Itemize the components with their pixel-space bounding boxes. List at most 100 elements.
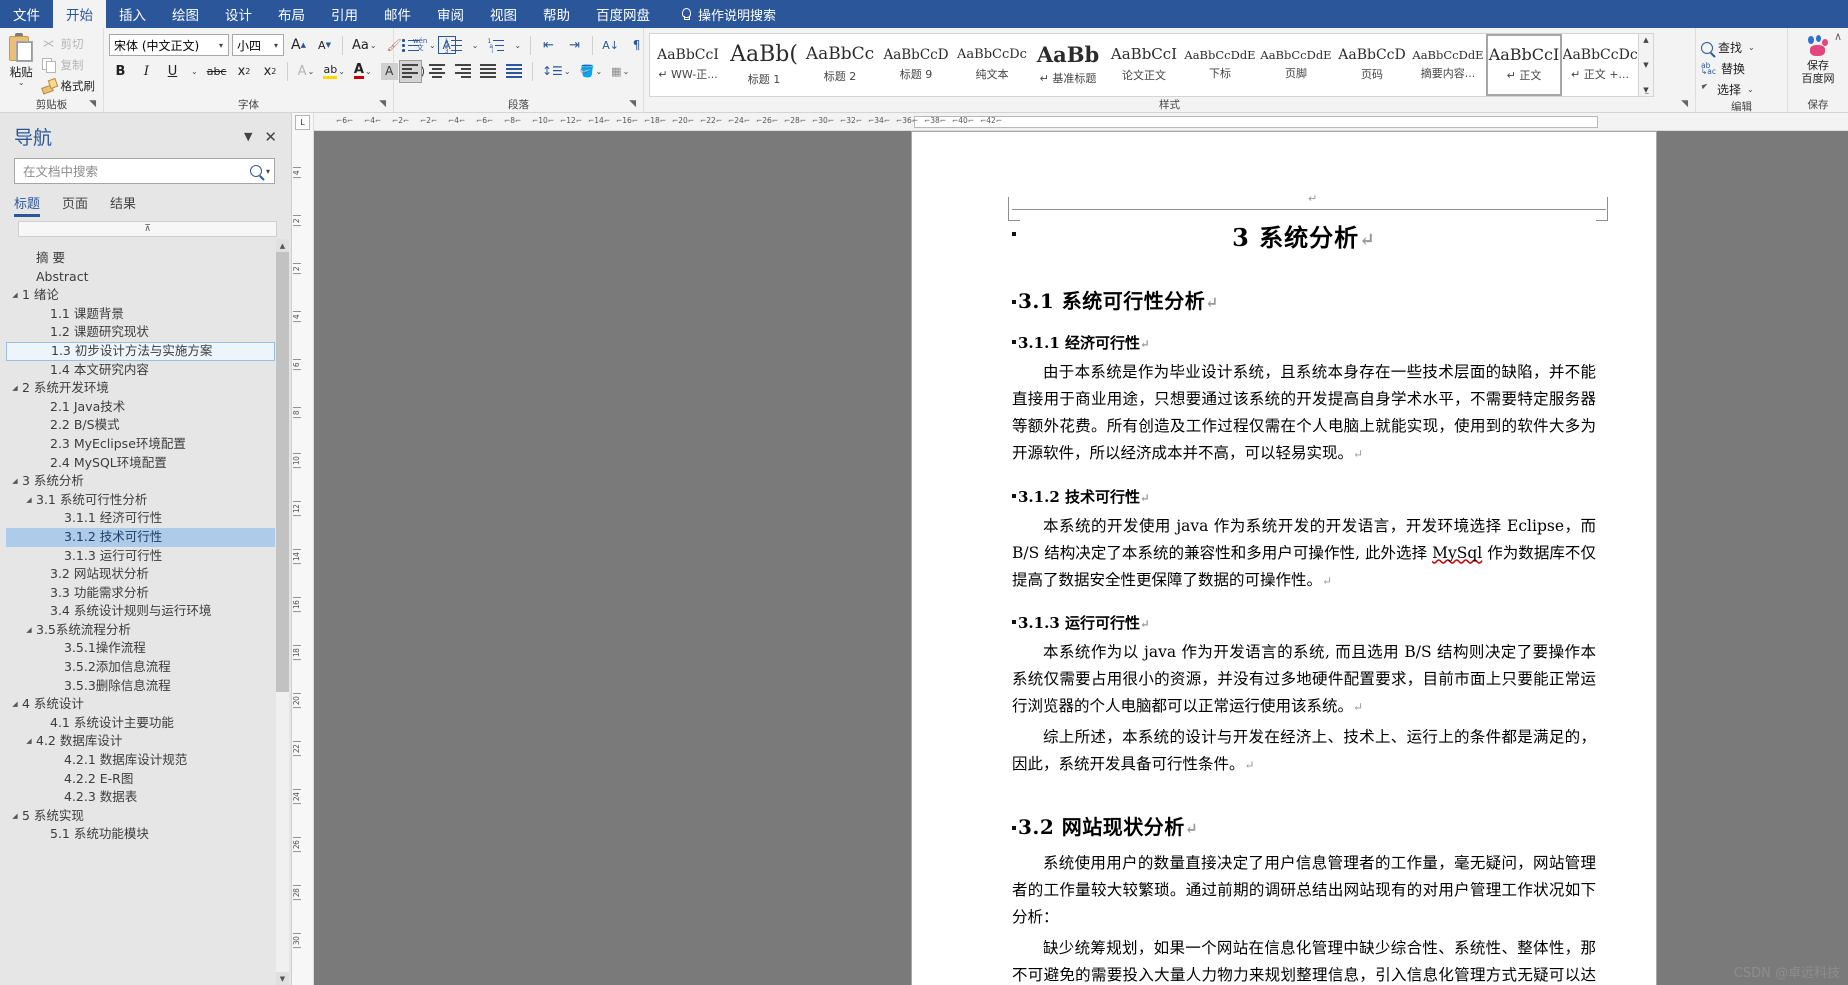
styles-gallery-scrollbar[interactable]: ▲ ▼ ▼̲ xyxy=(1639,33,1654,97)
multilevel-dropdown[interactable]: ⌄ xyxy=(510,34,524,57)
nav-tree-item-26[interactable]: ◢ 4.2 数据库设计 xyxy=(6,732,275,751)
nav-tree-item-2[interactable]: ◢ 1 绪论 xyxy=(6,286,275,305)
chevron-down-icon[interactable]: ⌄ xyxy=(18,79,25,87)
menu-item-0[interactable]: 文件 xyxy=(0,0,53,28)
nav-tree-item-31[interactable]: 5.1 系统功能模块 xyxy=(6,825,275,844)
style-item-5[interactable]: AaBb ↵ 基准标题 xyxy=(1030,34,1106,96)
nav-tree-item-27[interactable]: 4.2.1 数据库设计规范 xyxy=(6,751,275,770)
scroll-up-icon[interactable]: ▲ xyxy=(276,239,289,252)
italic-button[interactable]: I xyxy=(135,60,158,83)
navigation-options-icon[interactable]: ▼ xyxy=(238,128,258,145)
menu-item-3[interactable]: 绘图 xyxy=(159,0,212,28)
horizontal-ruler[interactable]: ⌐6⌐ ⌐4⌐ ⌐2⌐ ⌐2⌐ ⌐4⌐ ⌐6⌐ ⌐8⌐ ⌐10⌐ ⌐12⌐ ⌐14⌐ ⌐16⌐ ⌐18… xyxy=(314,113,1848,131)
tell-me-search[interactable]: 操作说明搜索 xyxy=(663,0,776,28)
text-highlight-button[interactable]: ab ⌄ xyxy=(320,60,347,83)
expand-collapse-icon[interactable]: ◢ xyxy=(8,286,22,305)
menu-item-1[interactable]: 开始 xyxy=(53,0,106,28)
menu-item-7[interactable]: 邮件 xyxy=(371,0,424,28)
nav-tree-item-8[interactable]: 2.1 Java技术 xyxy=(6,398,275,417)
expand-collapse-icon[interactable]: ◢ xyxy=(8,807,22,826)
shading-button[interactable]: 🪣 ⌄ xyxy=(577,60,606,83)
sort-button[interactable]: A↓ xyxy=(599,34,622,57)
doc-block-h2-9[interactable]: 3.2 网站现状分析↵ xyxy=(912,811,1656,840)
collapse-all-button[interactable]: ⊼ xyxy=(18,221,277,237)
nav-tree-item-24[interactable]: ◢ 4 系统设计 xyxy=(6,695,275,714)
strikethrough-button[interactable]: abc xyxy=(204,60,230,83)
nav-tree-item-14[interactable]: 3.1.1 经济可行性 xyxy=(6,509,275,528)
menu-item-2[interactable]: 插入 xyxy=(106,0,159,28)
collapse-ribbon-button[interactable]: ∧ xyxy=(1834,30,1842,43)
scroll-down-icon[interactable]: ▼ xyxy=(276,972,289,985)
select-button[interactable]: 选择 ⌄ xyxy=(1701,79,1754,100)
font-name-combo[interactable]: 宋体 (中文正文) ▾ xyxy=(109,34,229,56)
shrink-font-button[interactable]: A ▼ xyxy=(313,34,336,57)
expand-collapse-icon[interactable]: ◢ xyxy=(22,732,36,751)
nav-tree-item-30[interactable]: ◢ 5 系统实现 xyxy=(6,807,275,826)
chevron-down-icon[interactable]: ▾ xyxy=(216,41,226,50)
bullets-button[interactable] xyxy=(399,34,422,57)
nav-tab-2[interactable]: 结果 xyxy=(110,193,136,217)
navigation-search[interactable]: ▾ xyxy=(14,158,275,184)
menu-item-6[interactable]: 引用 xyxy=(318,0,371,28)
style-item-9[interactable]: AaBbCcD 页码 xyxy=(1334,34,1410,96)
expand-collapse-icon[interactable]: ◢ xyxy=(8,695,22,714)
nav-tab-0[interactable]: 标题 xyxy=(14,193,41,217)
dialog-launcher-icon[interactable]: ◥ xyxy=(1681,97,1688,111)
nav-tree-item-11[interactable]: 2.4 MySQL环境配置 xyxy=(6,454,275,473)
menu-item-9[interactable]: 视图 xyxy=(477,0,530,28)
search-icon[interactable] xyxy=(249,165,262,177)
menu-item-5[interactable]: 布局 xyxy=(265,0,318,28)
nav-tree-item-21[interactable]: 3.5.1操作流程 xyxy=(6,639,275,658)
doc-block-h3-4[interactable]: 3.1.2 技术可行性↵ xyxy=(912,486,1656,507)
menu-item-10[interactable]: 帮助 xyxy=(530,0,583,28)
nav-tree-item-0[interactable]: 摘 要 xyxy=(6,249,275,268)
expand-collapse-icon[interactable]: ◢ xyxy=(8,472,22,491)
borders-button[interactable]: ▦ ⌄ xyxy=(608,60,632,83)
doc-block-p-3[interactable]: 由于本系统是作为毕业设计系统，且系统本身存在一些技术层面的缺陷，并不能直接用于商… xyxy=(912,359,1656,468)
format-painter-button[interactable]: 格式刷 xyxy=(38,76,99,95)
dialog-launcher-icon[interactable]: ◥ xyxy=(629,97,636,111)
nav-tree-item-3[interactable]: 1.1 课题背景 xyxy=(6,305,275,324)
expand-collapse-icon[interactable]: ◢ xyxy=(8,379,22,398)
align-center-button[interactable] xyxy=(425,60,448,83)
copy-button[interactable]: 复制 xyxy=(38,55,99,74)
expand-collapse-icon[interactable]: ◢ xyxy=(22,491,36,510)
replace-button[interactable]: ab ↳ac 替换 xyxy=(1701,58,1745,79)
underline-dropdown[interactable]: ⌄ xyxy=(187,60,201,83)
scrollbar-thumb[interactable] xyxy=(276,252,289,692)
find-button[interactable]: 查找 ⌄ xyxy=(1701,37,1755,58)
doc-block-p-11[interactable]: 缺少统筹规划，如果一个网站在信息化管理中缺少综合性、系统性、整体性，那不可避免的… xyxy=(912,935,1656,985)
style-item-0[interactable]: AaBbCcI ↵ WW-正... xyxy=(650,34,726,96)
increase-indent-button[interactable]: ⇥ xyxy=(563,34,586,57)
underline-button[interactable]: U xyxy=(161,60,184,83)
scroll-down-icon[interactable]: ▼ xyxy=(1643,61,1648,69)
chevron-down-icon[interactable]: ⌄ xyxy=(370,41,377,50)
dialog-launcher-icon[interactable]: ◥ xyxy=(379,97,386,111)
nav-tab-1[interactable]: 页面 xyxy=(62,193,88,217)
menu-item-4[interactable]: 设计 xyxy=(212,0,265,28)
doc-block-h1-0[interactable]: 3 系统分析↵ xyxy=(912,218,1656,253)
grow-font-button[interactable]: A ▲ xyxy=(287,34,310,57)
doc-block-p-5[interactable]: 本系统的开发使用 java 作为系统开发的开发语言，开发环境选择 Eclipse… xyxy=(912,513,1656,594)
document-page[interactable]: ↵ 3 系统分析↵ 3.1 系统可行性分析↵ 3.1.1 经济可行性↵ 由于本系统是作… xyxy=(912,132,1656,985)
decrease-indent-button[interactable]: ⇤ xyxy=(537,34,560,57)
chevron-down-icon[interactable]: ▾ xyxy=(266,167,270,176)
doc-block-h2-1[interactable]: 3.1 系统可行性分析↵ xyxy=(912,285,1656,314)
nav-tree-item-17[interactable]: 3.2 网站现状分析 xyxy=(6,565,275,584)
font-color-button[interactable]: A ⌄ xyxy=(351,60,375,83)
subscript-button[interactable]: x2 xyxy=(232,60,255,83)
vertical-ruler[interactable]: L | 4 | | 2 | | 2 | | 4 | | 6 | | 8 | | 10 | | … xyxy=(292,113,314,985)
style-item-1[interactable]: AaBb(标题 1 xyxy=(726,34,802,96)
baidu-save-label[interactable]: 保存 百度网 xyxy=(1802,59,1835,85)
nav-tree-item-19[interactable]: 3.4 系统设计规则与运行环境 xyxy=(6,602,275,621)
chevron-down-icon[interactable]: ⌄ xyxy=(1748,43,1755,52)
tab-selector-button[interactable]: L xyxy=(295,115,310,130)
change-case-button[interactable]: Aa ⌄ xyxy=(349,34,380,57)
document-text-body[interactable]: 3 系统分析↵ 3.1 系统可行性分析↵ 3.1.1 经济可行性↵ 由于本系统是作为毕… xyxy=(912,218,1656,985)
style-item-4[interactable]: AaBbCcDc 纯文本 xyxy=(954,34,1030,96)
bullets-dropdown[interactable]: ⌄ xyxy=(425,34,439,57)
expand-collapse-icon[interactable]: ◢ xyxy=(22,621,36,640)
styles-more-icon[interactable]: ▼̲ xyxy=(1643,86,1648,94)
nav-tree-item-5[interactable]: 1.3 初步设计方法与实施方案 xyxy=(6,341,275,361)
nav-tree-item-20[interactable]: ◢ 3.5系统流程分析 xyxy=(6,621,275,640)
